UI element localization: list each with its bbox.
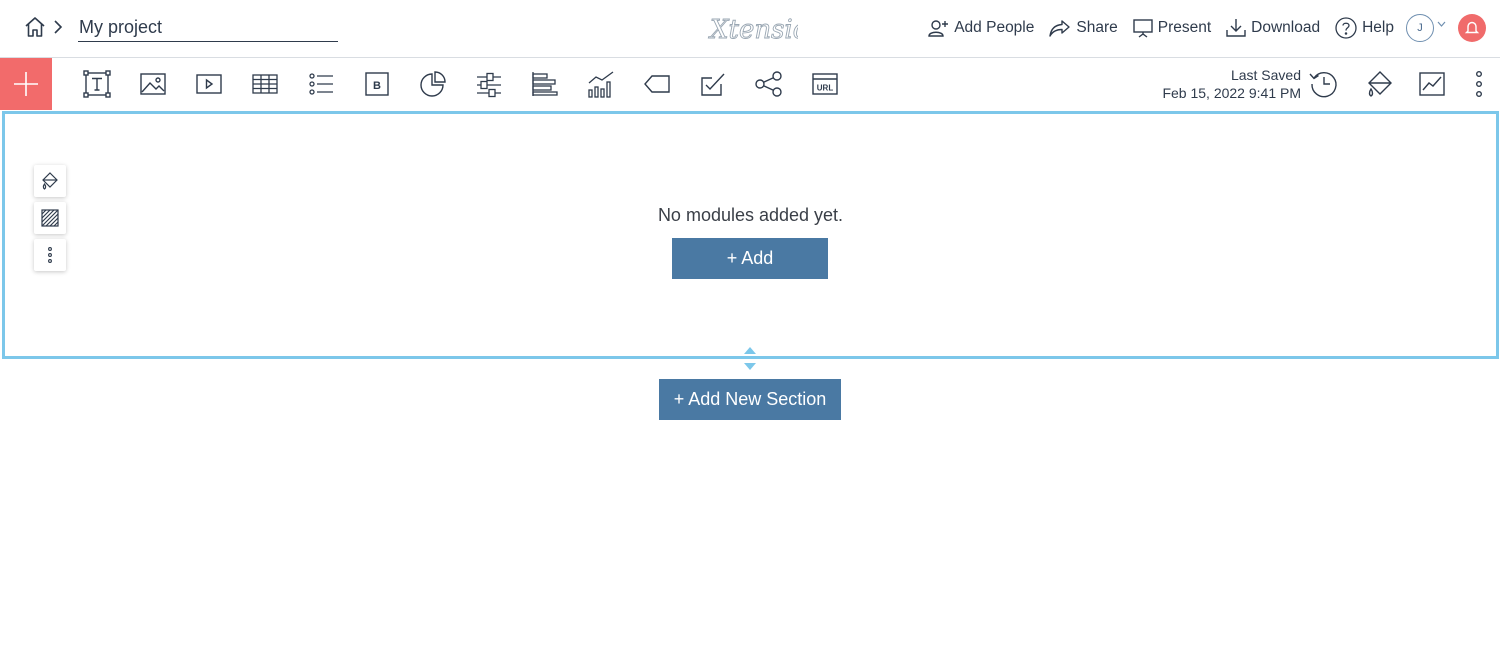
analytics-button[interactable] [1415,67,1449,101]
video-tool[interactable] [192,67,226,101]
chevron-down-icon [1437,21,1446,27]
share-icon [1049,20,1071,37]
history-icon [1309,71,1337,98]
help-label: Help [1362,19,1394,36]
list-icon [309,73,333,95]
more-vertical-icon [1476,71,1482,98]
button-tool[interactable]: B [360,67,394,101]
button-icon: B [365,72,389,96]
paint-bucket-icon [42,172,58,190]
avatar: J [1406,14,1434,42]
analytics-chart-icon [1419,72,1445,96]
tag-tool[interactable] [640,67,674,101]
pie-chart-icon [420,71,446,97]
image-icon [140,73,166,95]
add-people-button[interactable]: Add People [928,18,1034,38]
slider-tool[interactable] [472,67,506,101]
logo-text: Xtensio [708,15,798,45]
url-embed-icon: URL [812,73,838,95]
table-tool[interactable] [248,67,282,101]
download-label: Download [1251,19,1321,36]
share-button[interactable]: Share [1048,18,1118,38]
module-toolbar: B URL Last Saved Feb 15, 2022 9:41 PM [0,58,1500,110]
canvas-section[interactable]: No modules added yet. + Add [2,111,1499,359]
download-button[interactable]: Download [1225,18,1320,38]
add-new-section-button[interactable]: + Add New Section [659,379,841,420]
checklist-tool[interactable] [696,67,730,101]
bell-icon [1464,21,1480,34]
image-tool[interactable] [136,67,170,101]
sliders-icon [477,72,501,98]
add-module-button[interactable] [0,58,52,110]
notifications-button[interactable] [1458,14,1486,42]
home-icon[interactable] [24,16,46,38]
tag-icon [644,75,670,93]
share-nodes-icon [755,71,782,97]
download-icon [1226,19,1246,37]
plus-icon [14,72,38,96]
pie-chart-tool[interactable] [416,67,450,101]
help-button[interactable]: Help [1334,16,1394,40]
present-button[interactable]: Present [1132,18,1211,38]
help-icon [1335,17,1357,39]
video-play-icon [196,74,222,94]
bar-chart-tool[interactable] [528,67,562,101]
table-icon [252,74,278,94]
last-saved-time: Feb 15, 2022 9:41 PM [1162,85,1301,101]
add-module-inline-button[interactable]: + Add [672,238,828,279]
empty-section-message: No modules added yet. [657,205,844,225]
text-icon [83,70,111,98]
edit-checkbox-icon [701,73,725,96]
top-header: My project Xtensio Add People Share [0,0,1500,58]
resize-arrows-icon [744,347,756,370]
present-label: Present [1157,19,1212,36]
add-people-label: Add People [954,19,1035,36]
section-paint-button[interactable] [34,165,66,197]
present-icon [1133,19,1153,38]
list-tool[interactable] [304,67,338,101]
header-actions: Add People Share Present Download Help J [914,10,1486,46]
url-embed-tool[interactable]: URL [808,67,842,101]
project-name-input[interactable]: My project [78,15,338,42]
line-bar-chart-icon [588,71,614,98]
xtensio-logo: Xtensio [702,8,809,48]
last-saved-label: Last Saved [1230,67,1301,83]
add-person-icon [928,20,949,37]
line-chart-tool[interactable] [584,67,618,101]
breadcrumb-chevron-icon [52,17,64,37]
section-more-button[interactable] [34,239,66,271]
last-saved-status: Last Saved Feb 15, 2022 9:41 PM [1162,66,1301,102]
more-vertical-icon [48,247,52,263]
horizontal-bar-chart-icon [532,72,558,96]
svg-text:URL: URL [817,84,834,93]
user-menu[interactable]: J [1406,14,1446,42]
version-history-button[interactable] [1307,67,1341,101]
paint-bucket-icon [1368,71,1392,97]
svg-text:B: B [373,80,381,92]
share-label: Share [1076,19,1118,36]
social-share-tool[interactable] [752,67,786,101]
more-options-button[interactable] [1462,67,1496,101]
text-tool[interactable] [80,67,114,101]
theme-paint-button[interactable] [1363,67,1397,101]
section-resize-handle[interactable] [742,346,758,372]
